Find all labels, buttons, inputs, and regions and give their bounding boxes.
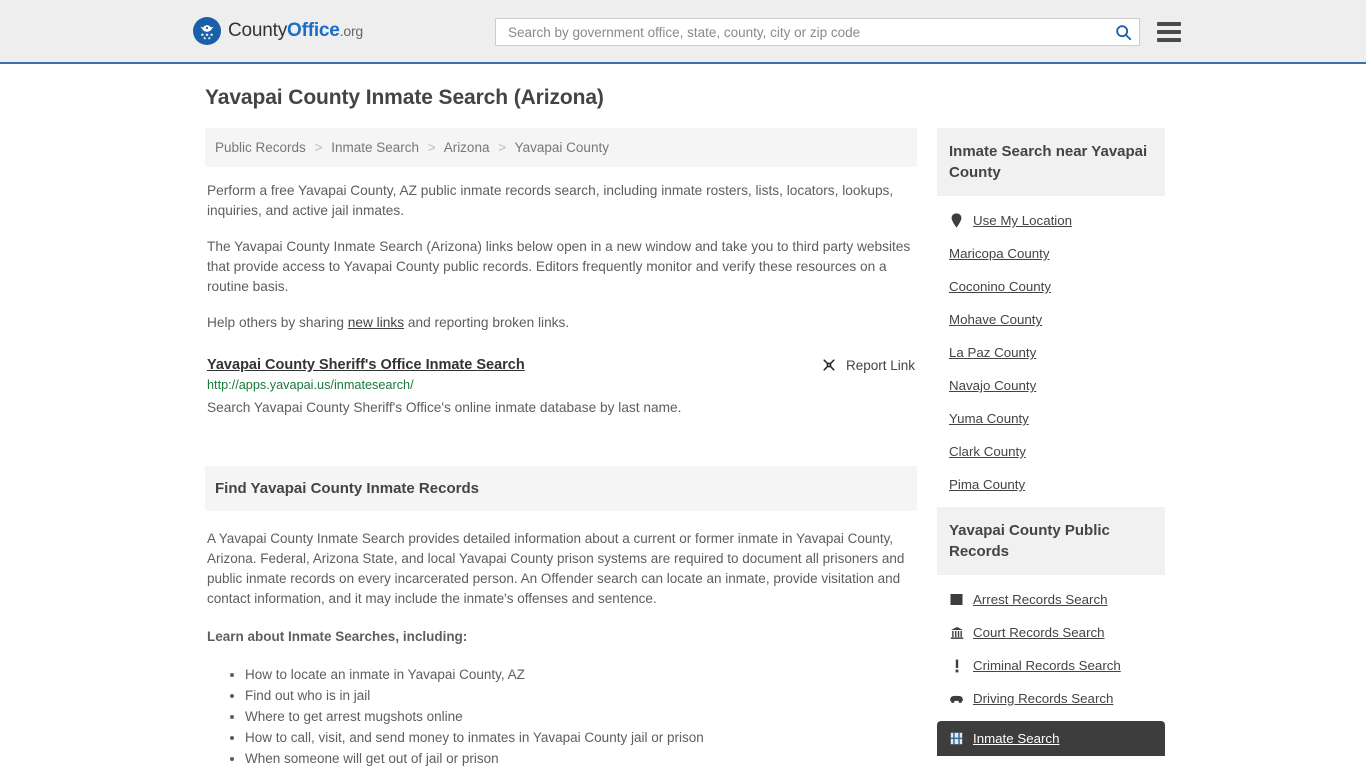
arrest-records-search-link[interactable]: Arrest Records Search: [973, 592, 1108, 607]
sidebar-item-pima-county[interactable]: Pima County: [937, 468, 1165, 501]
sidebar-item-inmate-search[interactable]: Inmate Search: [937, 721, 1165, 756]
logo-text-county: County: [228, 20, 288, 41]
car-icon: [949, 691, 964, 706]
report-link-button[interactable]: Report Link: [821, 357, 915, 373]
public-records-panel-heading: Yavapai County Public Records: [937, 507, 1165, 575]
nearby-panel-heading: Inmate Search near Yavapai County: [937, 128, 1165, 196]
list-item: How to locate an inmate in Yavapai Count…: [245, 665, 915, 685]
sidebar-item-coconino-county[interactable]: Coconino County: [937, 270, 1165, 303]
result-description: Search Yavapai County Sheriff's Office's…: [207, 400, 682, 415]
nearby-inmate-search-panel: Inmate Search near Yavapai County Use My…: [937, 128, 1165, 501]
sidebar-item-arrest-records-search[interactable]: Arrest Records Search: [937, 583, 1165, 616]
search-input[interactable]: [506, 19, 1113, 45]
criminal-records-search-link[interactable]: Criminal Records Search: [973, 658, 1121, 673]
fingerprint-icon: [949, 592, 964, 607]
intro-paragraph-1: Perform a free Yavapai County, AZ public…: [207, 183, 894, 218]
county-link[interactable]: Yuma County: [949, 411, 1029, 426]
search-icon[interactable]: [1113, 22, 1133, 42]
map-pin-icon: [949, 213, 964, 228]
sidebar-item-use-my-location[interactable]: Use My Location: [937, 204, 1165, 237]
report-link-label: Report Link: [845, 357, 915, 373]
use-my-location-link[interactable]: Use My Location: [973, 213, 1072, 228]
main-column: Public Records > Inmate Search > Arizona…: [205, 128, 917, 768]
intro-text: Perform a free Yavapai County, AZ public…: [205, 181, 917, 333]
result-header-row: Yavapai County Sheriff's Office Inmate S…: [207, 357, 915, 373]
sidebar-item-la-paz-county[interactable]: La Paz County: [937, 336, 1165, 369]
search-result-item: Yavapai County Sheriff's Office Inmate S…: [205, 357, 917, 418]
county-link[interactable]: Coconino County: [949, 279, 1051, 294]
county-link[interactable]: Mohave County: [949, 312, 1042, 327]
inmate-search-link[interactable]: Inmate Search: [973, 731, 1059, 746]
county-link[interactable]: Navajo County: [949, 378, 1036, 393]
breadcrumb-separator: >: [314, 140, 323, 155]
sidebar-item-mohave-county[interactable]: Mohave County: [937, 303, 1165, 336]
broken-link-icon: [821, 357, 837, 373]
county-link[interactable]: Clark County: [949, 444, 1026, 459]
logo-text-org: .org: [339, 23, 364, 39]
site-header: CountyOffice.org: [0, 0, 1366, 64]
learn-about-label: Learn about Inmate Searches, including:: [207, 629, 468, 644]
logo-text-office: Office: [287, 20, 340, 41]
exclamation-icon: [949, 658, 964, 673]
county-link[interactable]: Pima County: [949, 477, 1025, 492]
court-records-search-link[interactable]: Court Records Search: [973, 625, 1105, 640]
courthouse-icon: [949, 625, 964, 640]
sidebar-item-driving-records-search[interactable]: Driving Records Search: [937, 682, 1165, 715]
site-logo[interactable]: CountyOffice.org: [193, 17, 363, 45]
jail-door-icon: [949, 731, 964, 746]
search-box[interactable]: [495, 18, 1140, 46]
breadcrumb: Public Records > Inmate Search > Arizona…: [205, 128, 917, 167]
inmate-search-topics-list: How to locate an inmate in Yavapai Count…: [207, 665, 915, 768]
hamburger-menu-icon[interactable]: [1157, 22, 1181, 42]
breadcrumb-item-yavapai-county: Yavapai County: [514, 140, 609, 155]
section-body-paragraph: A Yavapai County Inmate Search provides …: [207, 531, 905, 606]
intro-paragraph-2: The Yavapai County Inmate Search (Arizon…: [207, 239, 911, 294]
sidebar-item-yuma-county[interactable]: Yuma County: [937, 402, 1165, 435]
sidebar-item-court-records-search[interactable]: Court Records Search: [937, 616, 1165, 649]
sidebar-item-clark-county[interactable]: Clark County: [937, 435, 1165, 468]
result-url: http://apps.yavapai.us/inmatesearch/: [207, 378, 414, 392]
breadcrumb-separator: >: [427, 140, 436, 155]
breadcrumb-item-inmate-search[interactable]: Inmate Search: [331, 140, 419, 155]
sidebar-item-navajo-county[interactable]: Navajo County: [937, 369, 1165, 402]
sidebar-item-maricopa-county[interactable]: Maricopa County: [937, 237, 1165, 270]
nearby-panel-list: Use My Location Maricopa County Coconino…: [937, 196, 1165, 501]
intro-paragraph-3: Help others by sharing new links and rep…: [205, 313, 917, 333]
driving-records-search-link[interactable]: Driving Records Search: [973, 691, 1113, 706]
list-item: When someone will get out of jail or pri…: [245, 749, 915, 768]
sidebar-item-criminal-records-search[interactable]: Criminal Records Search: [937, 649, 1165, 682]
sidebar: Inmate Search near Yavapai County Use My…: [937, 128, 1165, 762]
result-title-link[interactable]: Yavapai County Sheriff's Office Inmate S…: [207, 357, 525, 373]
breadcrumb-item-public-records[interactable]: Public Records: [215, 140, 306, 155]
page-body: Yavapai County Inmate Search (Arizona) P…: [0, 64, 1366, 768]
public-records-panel: Yavapai County Public Records Arrest Rec…: [937, 507, 1165, 756]
hamburger-bar-2: [1157, 30, 1181, 34]
logo-wordmark: CountyOffice.org: [228, 20, 363, 42]
intro-p3-post: and reporting broken links.: [404, 315, 570, 330]
intro-p3-pre: Help others by sharing: [207, 315, 348, 330]
list-item: Where to get arrest mugshots online: [245, 707, 915, 727]
page-title: Yavapai County Inmate Search (Arizona): [205, 86, 604, 109]
county-link[interactable]: La Paz County: [949, 345, 1036, 360]
breadcrumb-separator: >: [498, 140, 507, 155]
list-item: How to call, visit, and send money to in…: [245, 728, 915, 748]
hamburger-bar-1: [1157, 22, 1181, 26]
list-item: Find out who is in jail: [245, 686, 915, 706]
columns-layout: Public Records > Inmate Search > Arizona…: [195, 128, 1171, 768]
new-links-link[interactable]: new links: [348, 315, 404, 330]
hamburger-bar-3: [1157, 38, 1181, 42]
eagle-seal-icon: [193, 17, 221, 45]
county-link[interactable]: Maricopa County: [949, 246, 1050, 261]
header-search-area: [495, 18, 1181, 46]
breadcrumb-item-arizona[interactable]: Arizona: [444, 140, 490, 155]
content-container: Yavapai County Inmate Search (Arizona) P…: [195, 64, 1171, 768]
section-heading: Find Yavapai County Inmate Records: [205, 466, 917, 511]
section-body: A Yavapai County Inmate Search provides …: [205, 511, 917, 768]
public-records-list: Arrest Records Search Court Records Sear…: [937, 575, 1165, 756]
